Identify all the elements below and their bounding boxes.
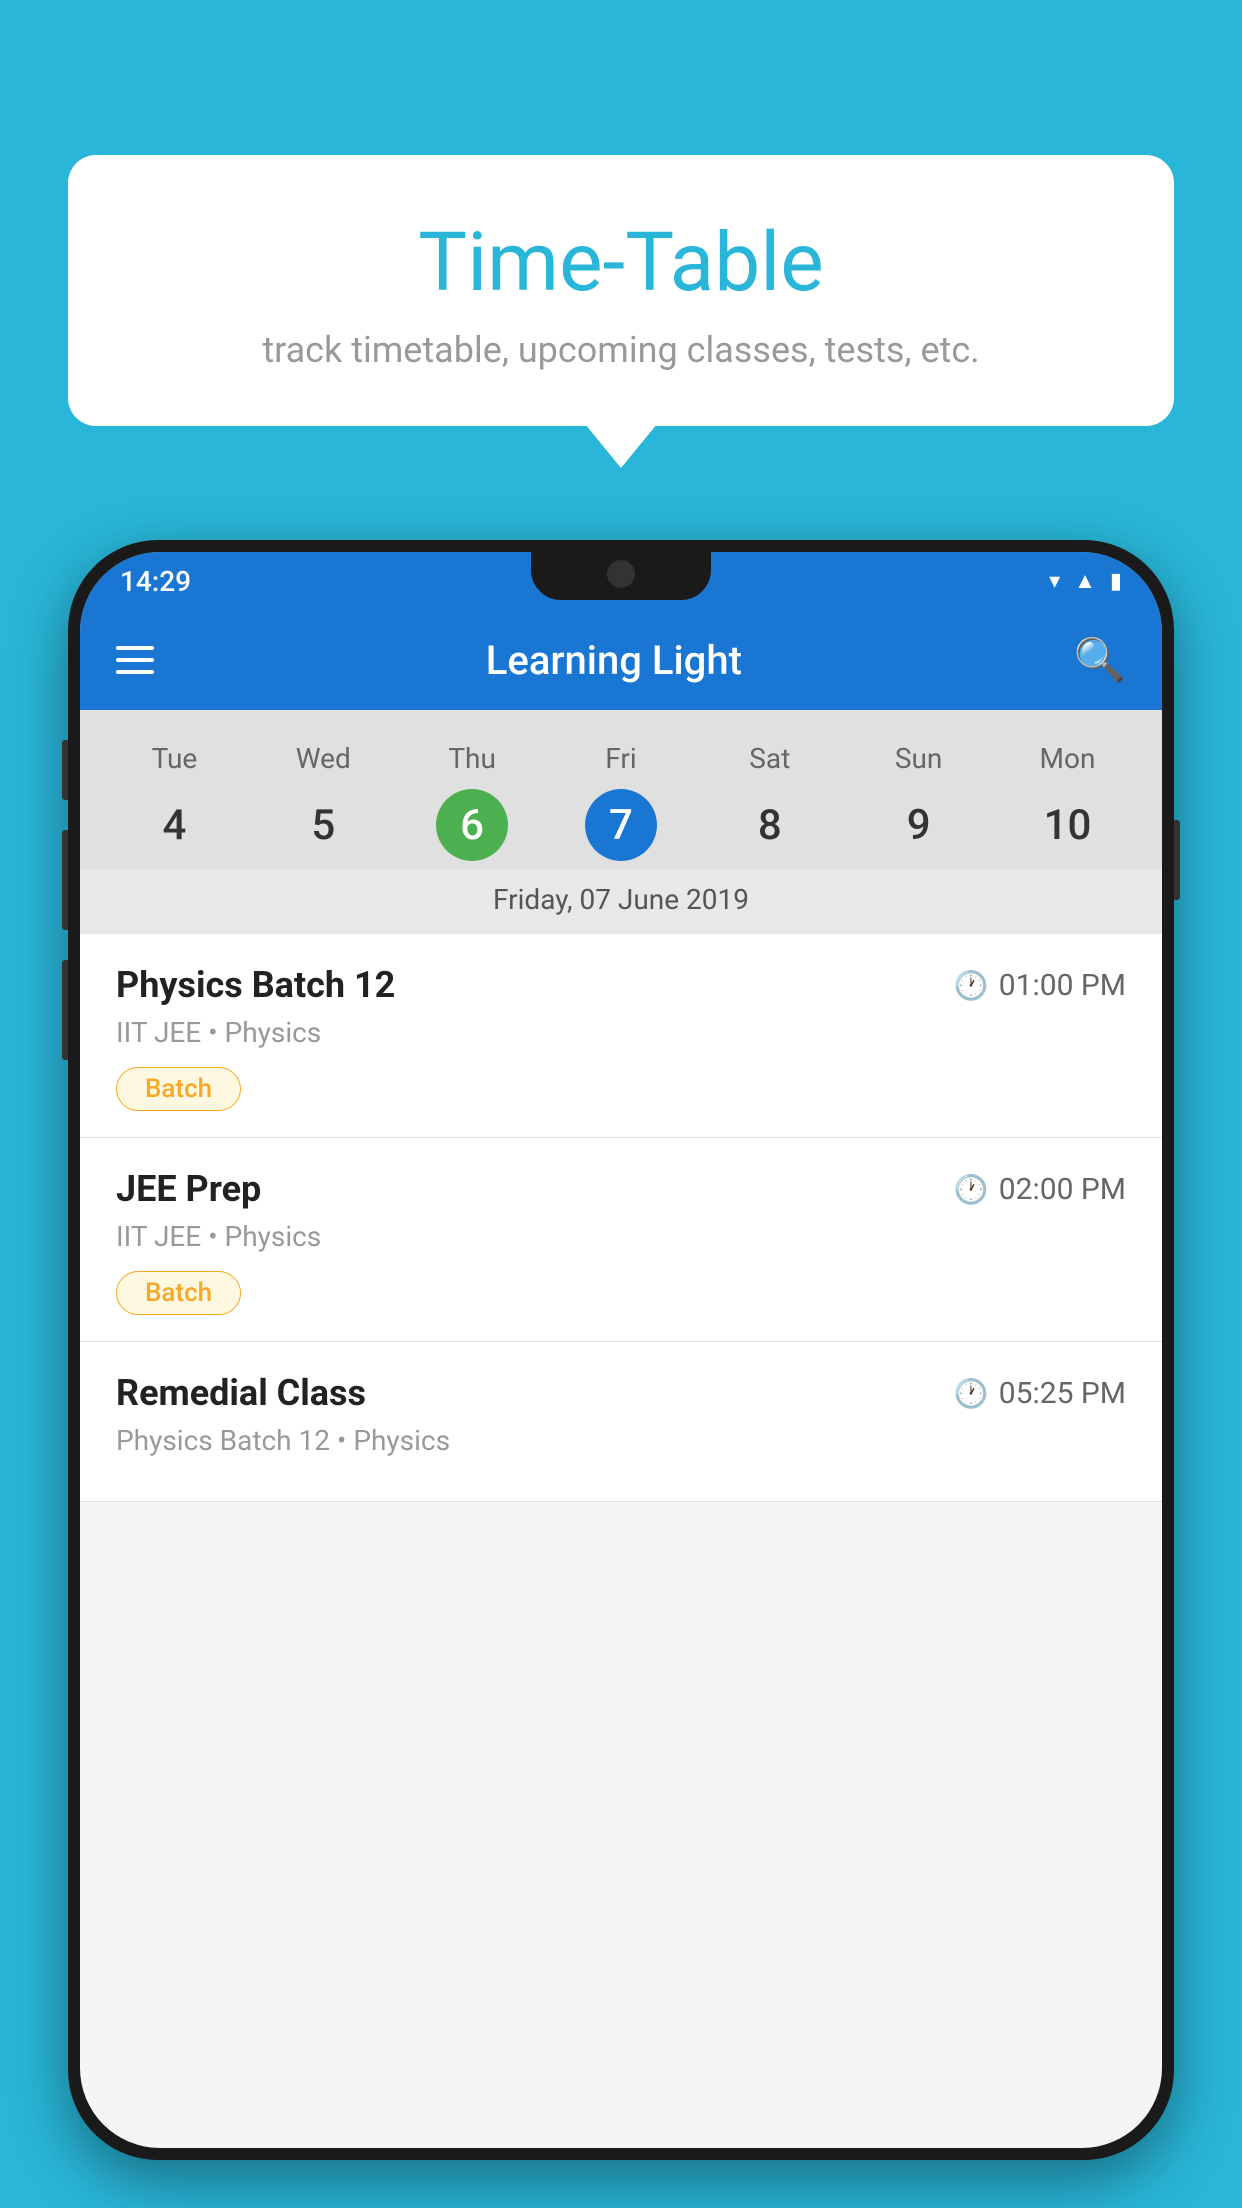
status-icons: ▾ ▲ ▮ bbox=[1049, 568, 1122, 594]
signal-icon: ▲ bbox=[1074, 568, 1096, 594]
schedule-item-sub: IIT JEE • Physics bbox=[116, 1220, 1126, 1253]
schedule-item-sub: Physics Batch 12 • Physics bbox=[116, 1424, 1126, 1457]
clock-icon: 🕐 bbox=[954, 1377, 989, 1410]
schedule-item-2[interactable]: Remedial Class 🕐 05:25 PM Physics Batch … bbox=[80, 1342, 1162, 1502]
day-number: 8 bbox=[734, 789, 806, 861]
day-col-7[interactable]: Fri 7 bbox=[561, 742, 681, 861]
batch-badge: Batch bbox=[116, 1067, 241, 1111]
phone-side-btn-right bbox=[1174, 820, 1180, 900]
schedule-item-title: Physics Batch 12 bbox=[116, 964, 395, 1006]
day-col-8[interactable]: Sat 8 bbox=[710, 742, 830, 861]
search-icon[interactable]: 🔍 bbox=[1074, 636, 1126, 685]
day-number: 7 bbox=[585, 789, 657, 861]
day-name: Tue bbox=[152, 742, 198, 775]
day-name: Sat bbox=[749, 742, 790, 775]
schedule-item-header: Remedial Class 🕐 05:25 PM bbox=[116, 1372, 1126, 1414]
schedule-item-1[interactable]: JEE Prep 🕐 02:00 PM IIT JEE • Physics Ba… bbox=[80, 1138, 1162, 1342]
app-title: Learning Light bbox=[190, 637, 1038, 684]
wifi-icon: ▾ bbox=[1049, 569, 1060, 594]
clock-icon: 🕐 bbox=[954, 969, 989, 1002]
day-col-10[interactable]: Mon 10 bbox=[1007, 742, 1127, 861]
day-number: 4 bbox=[138, 789, 210, 861]
schedule-item-header: JEE Prep 🕐 02:00 PM bbox=[116, 1168, 1126, 1210]
phone-wrapper: 14:29 ▾ ▲ ▮ Learning Light 🔍 Tue bbox=[68, 540, 1174, 2208]
day-col-4[interactable]: Tue 4 bbox=[114, 742, 234, 861]
day-name: Fri bbox=[605, 742, 636, 775]
day-number: 9 bbox=[883, 789, 955, 861]
day-name: Sun bbox=[895, 742, 943, 775]
tooltip-title: Time-Table bbox=[118, 215, 1124, 311]
phone-camera bbox=[607, 560, 635, 588]
day-number: 10 bbox=[1031, 789, 1103, 861]
day-col-6[interactable]: Thu 6 bbox=[412, 742, 532, 861]
tooltip-subtitle: track timetable, upcoming classes, tests… bbox=[118, 329, 1124, 371]
hamburger-icon[interactable] bbox=[116, 646, 154, 674]
phone-side-btn-left1 bbox=[62, 740, 68, 800]
schedule-list: Physics Batch 12 🕐 01:00 PM IIT JEE • Ph… bbox=[80, 934, 1162, 1502]
batch-badge: Batch bbox=[116, 1271, 241, 1315]
day-number: 6 bbox=[436, 789, 508, 861]
selected-date-label: Friday, 07 June 2019 bbox=[80, 869, 1162, 934]
day-name: Thu bbox=[448, 742, 496, 775]
schedule-item-0[interactable]: Physics Batch 12 🕐 01:00 PM IIT JEE • Ph… bbox=[80, 934, 1162, 1138]
schedule-item-title: JEE Prep bbox=[116, 1168, 261, 1210]
day-col-9[interactable]: Sun 9 bbox=[859, 742, 979, 861]
days-row: Tue 4 Wed 5 Thu 6 Fri 7 Sat 8 Sun 9 Mon 10 bbox=[80, 730, 1162, 869]
schedule-item-time: 🕐 05:25 PM bbox=[954, 1376, 1126, 1411]
schedule-item-title: Remedial Class bbox=[116, 1372, 366, 1414]
schedule-item-header: Physics Batch 12 🕐 01:00 PM bbox=[116, 964, 1126, 1006]
calendar-section: Tue 4 Wed 5 Thu 6 Fri 7 Sat 8 Sun 9 Mon 10 Friday, 07… bbox=[80, 710, 1162, 934]
phone-outer: 14:29 ▾ ▲ ▮ Learning Light 🔍 Tue bbox=[68, 540, 1174, 2160]
schedule-item-sub: IIT JEE • Physics bbox=[116, 1016, 1126, 1049]
clock-icon: 🕐 bbox=[954, 1173, 989, 1206]
day-name: Mon bbox=[1040, 742, 1096, 775]
tooltip-card: Time-Table track timetable, upcoming cla… bbox=[68, 155, 1174, 426]
schedule-item-time: 🕐 01:00 PM bbox=[954, 968, 1126, 1003]
day-col-5[interactable]: Wed 5 bbox=[263, 742, 383, 861]
day-number: 5 bbox=[287, 789, 359, 861]
app-bar: Learning Light 🔍 bbox=[80, 610, 1162, 710]
status-time: 14:29 bbox=[120, 565, 191, 598]
battery-icon: ▮ bbox=[1110, 569, 1122, 594]
schedule-item-time: 🕐 02:00 PM bbox=[954, 1172, 1126, 1207]
phone-side-btn-left2 bbox=[62, 830, 68, 930]
phone-screen: 14:29 ▾ ▲ ▮ Learning Light 🔍 Tue bbox=[80, 552, 1162, 2148]
day-name: Wed bbox=[296, 742, 351, 775]
phone-side-btn-left3 bbox=[62, 960, 68, 1060]
